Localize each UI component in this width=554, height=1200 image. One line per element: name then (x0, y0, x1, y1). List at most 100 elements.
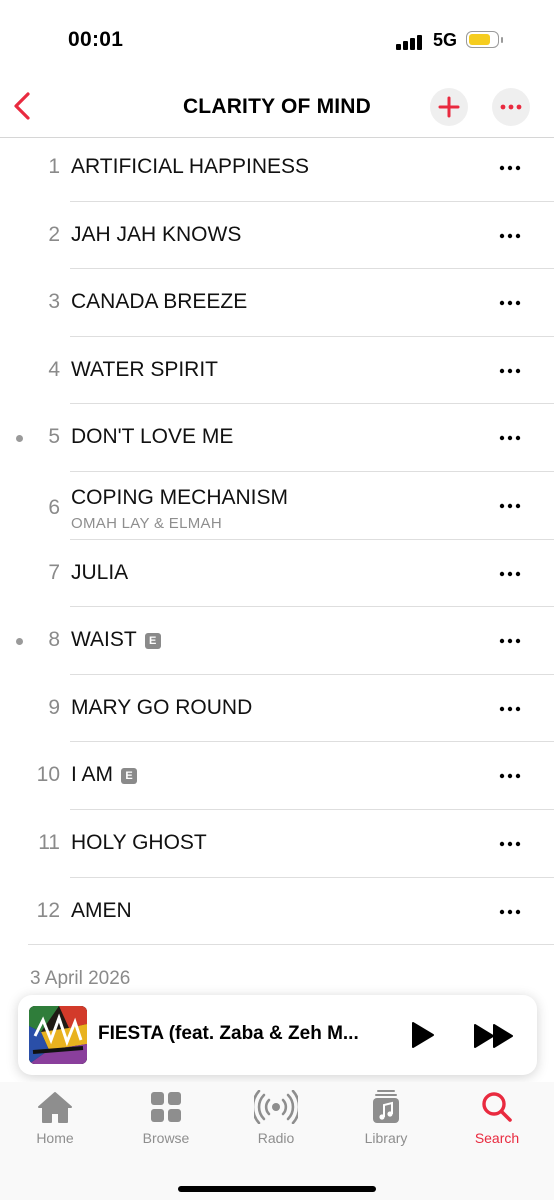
tab-browse[interactable]: Browse (121, 1090, 211, 1160)
explicit-badge: E (144, 633, 161, 650)
ellipsis-icon (499, 571, 521, 576)
track-list: 1 ARTIFICIAL HAPPINESS 2 JAH JAH KNOWS 3… (0, 134, 554, 946)
track-title: WATER SPIRIT (71, 357, 218, 381)
tab-label: Browse (142, 1130, 190, 1146)
tab-radio[interactable]: Radio (231, 1090, 321, 1160)
track-more-button[interactable] (495, 764, 525, 788)
ellipsis-icon (499, 706, 521, 711)
track-number: 6 (48, 495, 60, 519)
track-number: 8 (48, 628, 60, 652)
ellipsis-icon (499, 368, 521, 373)
track-row[interactable]: 11 HOLY GHOST (0, 810, 554, 878)
track-row[interactable]: 8 WAIST E (0, 607, 554, 675)
ellipsis-icon (499, 503, 521, 509)
track-row[interactable]: 2 JAH JAH KNOWS (0, 202, 554, 270)
ellipsis-icon (499, 165, 521, 171)
track-row[interactable]: 9 MARY GO ROUND (0, 675, 554, 743)
track-number: 5 (48, 425, 60, 449)
track-more-button[interactable] (495, 156, 525, 180)
skip-forward-button[interactable] (472, 1022, 516, 1050)
track-row[interactable]: 10 I AM E (0, 742, 554, 810)
mini-player[interactable]: FIESTA (feat. Zaba & Zeh M... (18, 995, 537, 1075)
music-note-library-icon (373, 1090, 399, 1123)
track-artist: OMAH LAY & ELMAH (71, 514, 222, 532)
radio-waves-icon (254, 1090, 298, 1124)
page-title: CLARITY OF MIND (182, 95, 372, 118)
fast-forward-icon (474, 1024, 513, 1048)
track-number: 3 (48, 290, 60, 314)
play-button[interactable] (407, 1020, 437, 1050)
track-more-button[interactable] (495, 224, 525, 248)
track-title: MARY GO ROUND (71, 695, 253, 719)
ellipsis-icon (499, 436, 521, 441)
magnifier-icon (482, 1092, 512, 1122)
track-number: 1 (48, 155, 60, 178)
track-row[interactable]: 6 COPING MECHANISM OMAH LAY & ELMAH (0, 472, 554, 540)
track-more-button[interactable] (495, 832, 525, 856)
home-indicator[interactable] (178, 1186, 376, 1192)
ellipsis-icon (499, 774, 521, 779)
track-row[interactable]: 5 DON'T LOVE ME (0, 404, 554, 472)
track-row[interactable]: 7 JULIA (0, 540, 554, 608)
track-title: JULIA (71, 560, 129, 584)
track-title: JAH JAH KNOWS (71, 222, 242, 246)
tab-bar: Home Browse Radio Library Search (0, 1082, 554, 1200)
track-title: HOLY GHOST (71, 830, 207, 854)
add-button[interactable] (430, 88, 468, 126)
tab-library[interactable]: Library (341, 1090, 431, 1160)
ellipsis-icon (499, 841, 521, 847)
track-more-button[interactable] (495, 426, 525, 450)
track-title: WAIST (71, 628, 137, 652)
track-row[interactable]: 1 ARTIFICIAL HAPPINESS (0, 134, 554, 202)
tab-label: Radio (257, 1130, 295, 1146)
track-more-button[interactable] (495, 900, 525, 924)
track-more-button[interactable] (495, 494, 525, 518)
nav-header: CLARITY OF MIND (0, 80, 554, 138)
track-title: CANADA BREEZE (71, 290, 248, 314)
track-title: COPING MECHANISM (71, 485, 289, 509)
track-number: 9 (48, 695, 60, 719)
now-playing-title: FIESTA (feat. Zaba & Zeh M... (98, 1023, 359, 1044)
ellipsis-icon (500, 104, 522, 110)
divider (28, 944, 554, 946)
tab-search[interactable]: Search (452, 1090, 542, 1160)
track-number: 7 (48, 560, 60, 584)
track-more-button[interactable] (495, 291, 525, 315)
ellipsis-icon (499, 638, 521, 644)
track-more-button[interactable] (495, 359, 525, 383)
track-more-button[interactable] (495, 562, 525, 586)
album-artwork[interactable] (29, 1006, 87, 1064)
track-title: AMEN (71, 898, 132, 922)
track-number: 11 (38, 830, 60, 854)
play-icon (412, 1022, 434, 1048)
tab-label: Home (36, 1130, 74, 1146)
track-number: 2 (48, 222, 60, 246)
plus-icon (438, 96, 460, 118)
track-row[interactable]: 12 AMEN (0, 878, 554, 946)
track-row[interactable]: 3 CANADA BREEZE (0, 269, 554, 337)
battery-icon (466, 31, 504, 50)
status-bar: 00:01 5G (0, 0, 554, 80)
track-row[interactable]: 4 WATER SPIRIT (0, 337, 554, 405)
network-type: 5G (433, 30, 458, 50)
tab-label: Library (364, 1130, 408, 1146)
grid-icon (151, 1092, 181, 1122)
track-number: 10 (36, 763, 60, 787)
tab-home[interactable]: Home (10, 1090, 100, 1160)
track-title: DON'T LOVE ME (71, 425, 234, 449)
status-time: 00:01 (68, 28, 124, 51)
ellipsis-icon (499, 233, 521, 238)
house-icon (38, 1092, 72, 1123)
explicit-badge: E (121, 768, 138, 785)
release-date: 3 April 2026 (30, 968, 131, 989)
track-title: ARTIFICIAL HAPPINESS (71, 155, 310, 178)
track-number: 4 (48, 357, 60, 381)
more-options-button[interactable] (492, 88, 530, 126)
track-more-button[interactable] (495, 697, 525, 721)
cellular-signal-icon (396, 34, 424, 50)
ellipsis-icon (499, 300, 521, 306)
track-number: 12 (36, 898, 60, 922)
track-more-button[interactable] (495, 629, 525, 653)
tab-label: Search (474, 1130, 520, 1146)
ellipsis-icon (499, 909, 521, 914)
